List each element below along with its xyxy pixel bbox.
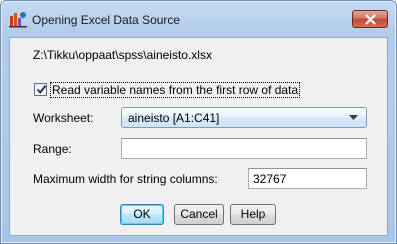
checkmark-icon [36, 85, 47, 95]
range-input[interactable] [121, 138, 367, 159]
close-button[interactable] [352, 10, 388, 28]
read-names-checkbox[interactable] [34, 83, 47, 96]
ok-button[interactable]: OK [120, 204, 164, 225]
max-width-value: 32767 [253, 172, 287, 186]
dialog-window: Opening Excel Data Source Z:\Tikku\oppaa… [0, 0, 397, 244]
close-icon [365, 14, 376, 25]
read-names-label[interactable]: Read variable names from the first row o… [50, 82, 301, 98]
window-title: Opening Excel Data Source [32, 13, 181, 27]
worksheet-dropdown[interactable]: aineisto [A1:C41] [121, 107, 367, 128]
cancel-button[interactable]: Cancel [174, 204, 224, 225]
worksheet-label: Worksheet: [33, 111, 94, 125]
help-button[interactable]: Help [230, 204, 276, 225]
chevron-down-icon [349, 115, 358, 120]
worksheet-value: aineisto [A1:C41] [128, 111, 220, 125]
title-bar[interactable]: Opening Excel Data Source [1, 1, 396, 37]
max-width-label: Maximum width for string columns: [33, 172, 218, 186]
file-path: Z:\Tikku\oppaat\spss\aineisto.xlsx [33, 48, 212, 62]
range-label: Range: [33, 142, 72, 156]
spss-app-icon [9, 10, 27, 28]
max-width-input[interactable]: 32767 [248, 168, 367, 189]
dialog-body: Z:\Tikku\oppaat\spss\aineisto.xlsx Read … [9, 37, 388, 236]
